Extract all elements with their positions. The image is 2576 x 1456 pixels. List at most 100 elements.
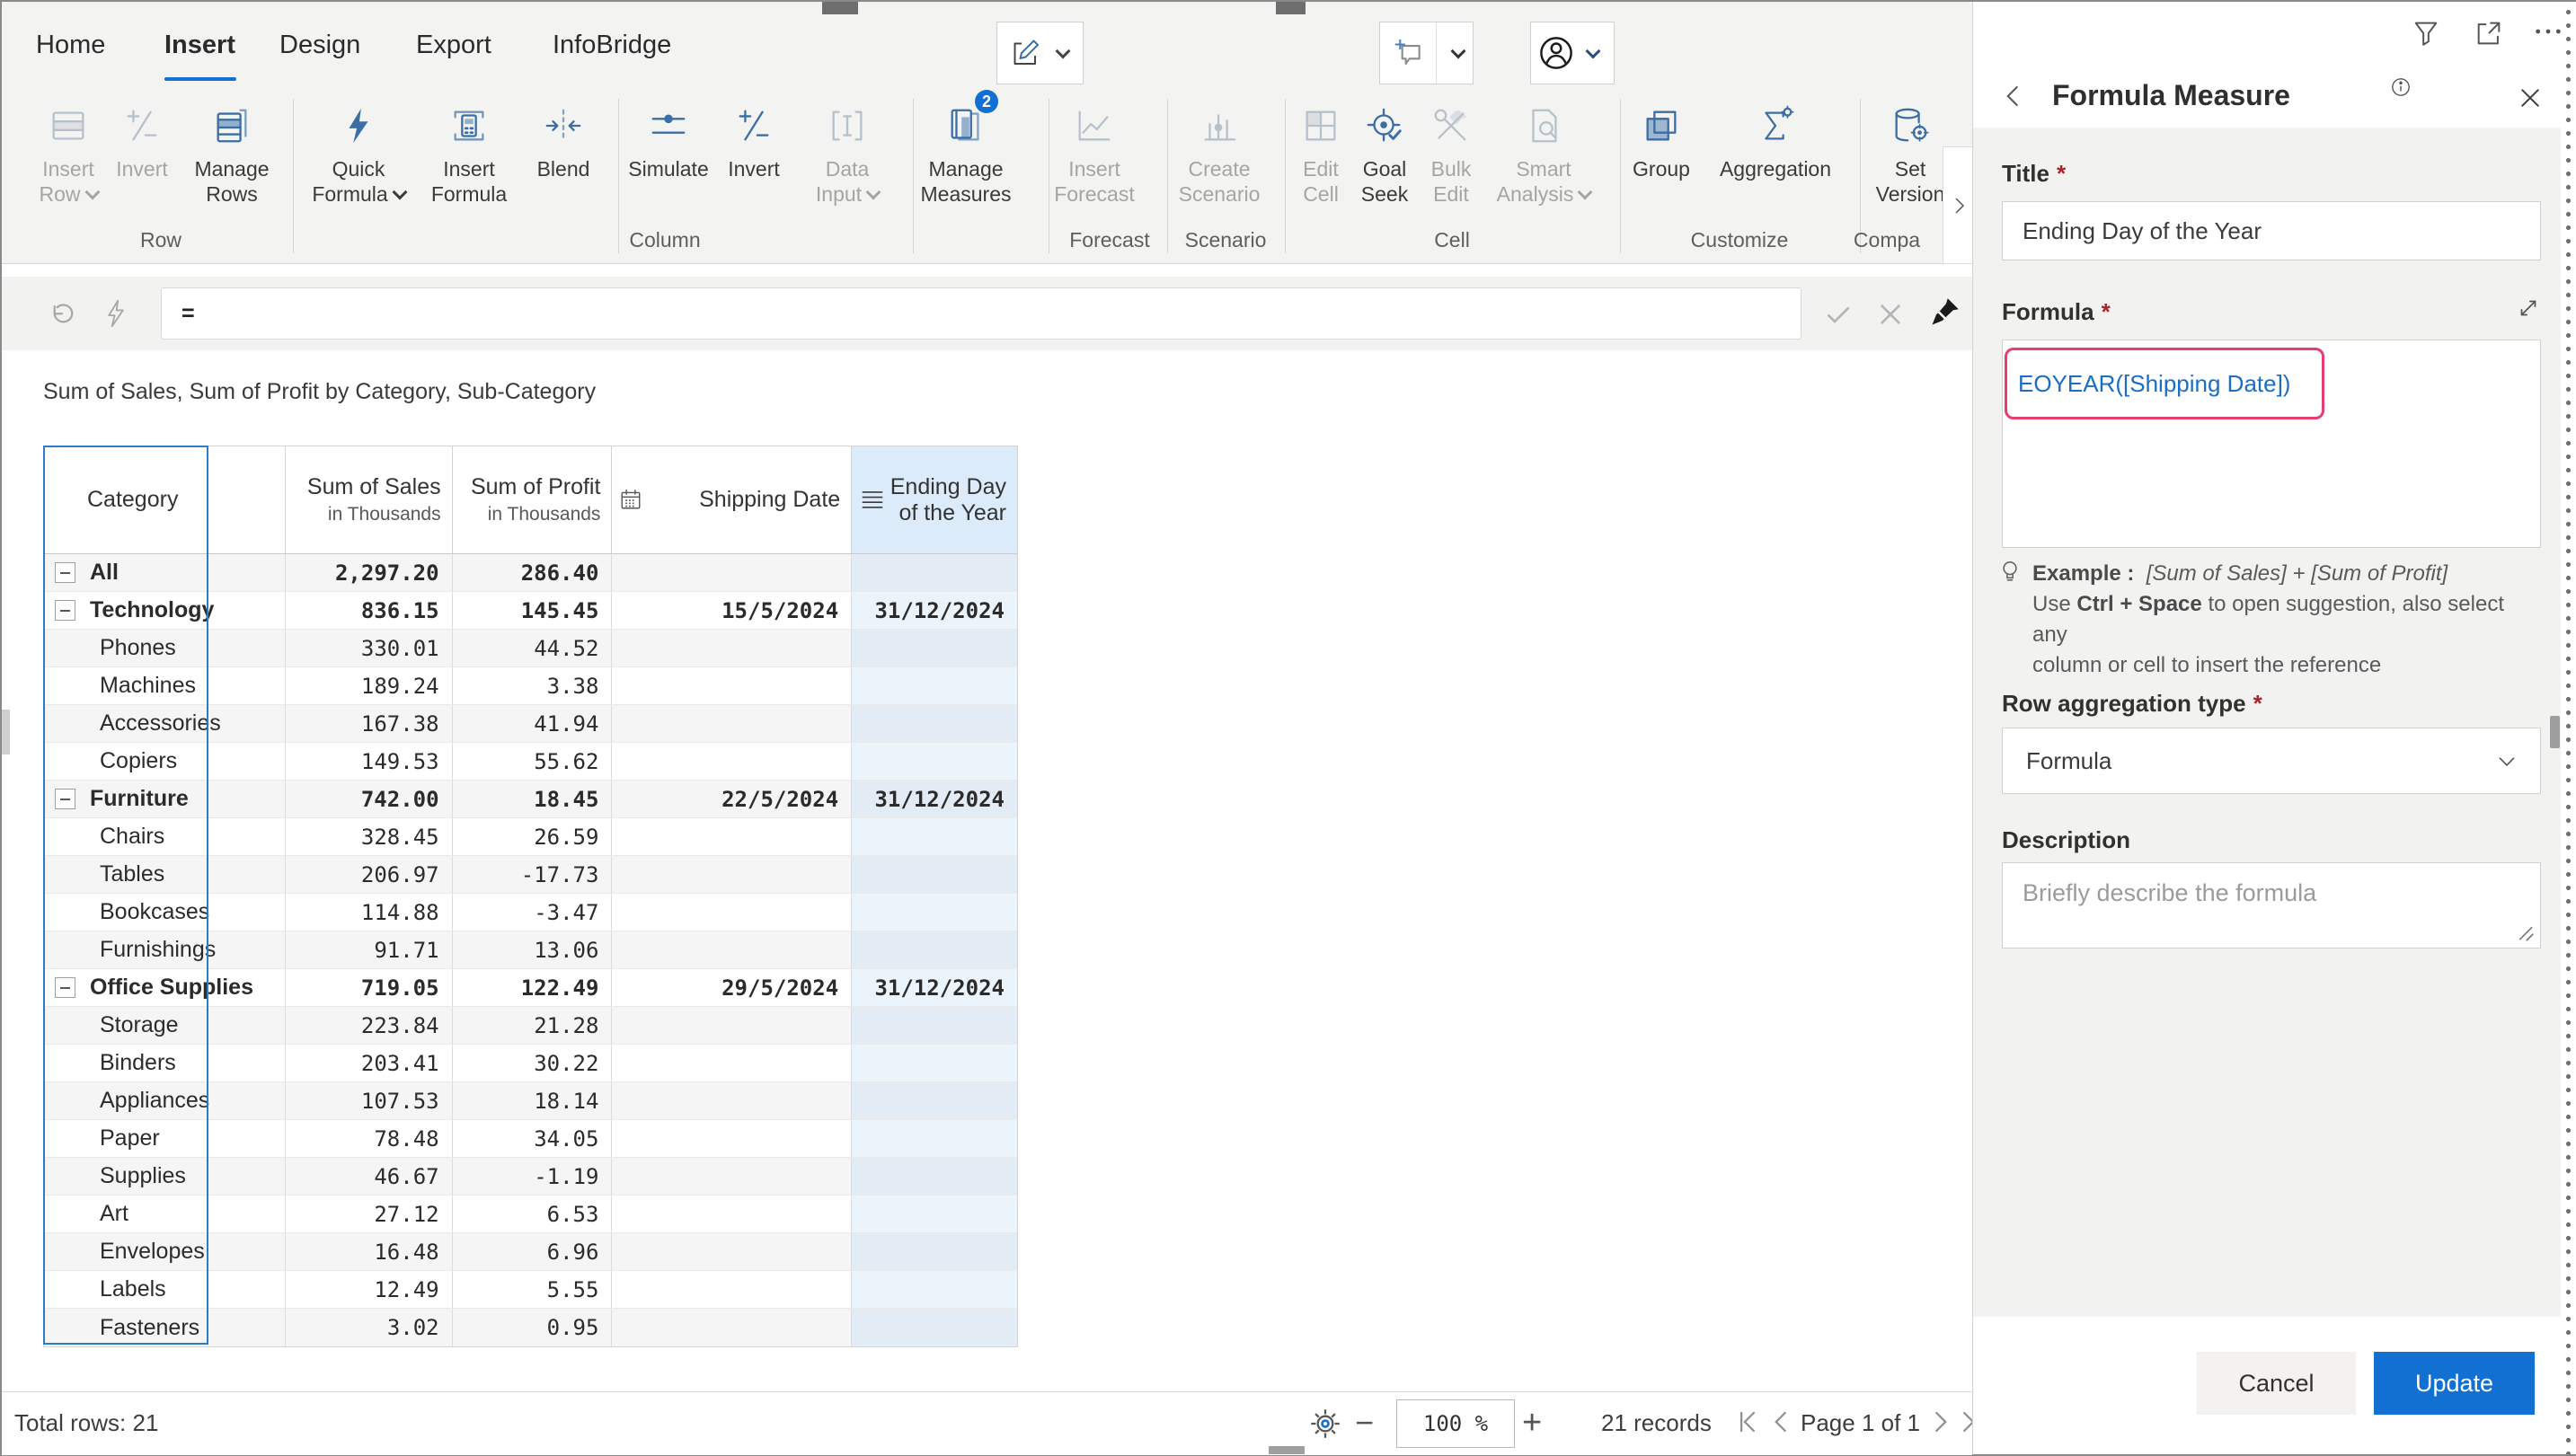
table-cell[interactable] — [852, 667, 1017, 704]
expand-formula-editor-icon[interactable] — [2515, 295, 2542, 322]
table-cell[interactable]: 107.53 — [286, 1082, 453, 1119]
column-header-sum-of-profit[interactable]: Sum of Profitin Thousands — [453, 446, 613, 553]
column-header-ending-day-of-the-year[interactable]: Ending Dayof the Year — [852, 446, 1017, 553]
column-header-shipping-date[interactable]: Shipping Date — [612, 446, 852, 553]
collapse-icon[interactable] — [55, 789, 75, 809]
table-cell[interactable]: Furnishings — [44, 931, 286, 968]
goal-seek-button[interactable]: GoalSeek — [1351, 95, 1418, 230]
table-cell[interactable] — [852, 818, 1017, 855]
blend-button[interactable]: Blend — [527, 95, 600, 230]
table-cell[interactable] — [612, 894, 852, 931]
ribbon-overflow-button[interactable] — [1943, 146, 1974, 264]
table-cell[interactable] — [612, 667, 852, 704]
table-cell[interactable]: Paper — [44, 1120, 286, 1157]
table-cell[interactable]: 719.05 — [286, 969, 453, 1006]
next-page-icon[interactable] — [1926, 1408, 1953, 1435]
table-settings-gear-icon[interactable] — [1306, 1405, 1344, 1443]
collapse-icon[interactable] — [55, 600, 75, 621]
table-row[interactable]: Furniture742.0018.4522/5/202431/12/2024 — [44, 781, 1017, 818]
table-cell[interactable]: 31/12/2024 — [852, 969, 1017, 1006]
table-row[interactable]: All2,297.20286.40 — [44, 554, 1017, 592]
table-cell[interactable]: 91.71 — [286, 931, 453, 968]
formula-input[interactable]: = — [161, 287, 1801, 340]
table-row[interactable]: Technology836.15145.4515/5/202431/12/202… — [44, 592, 1017, 630]
table-cell[interactable]: 6.96 — [453, 1233, 613, 1270]
table-cell[interactable]: -1.19 — [453, 1158, 613, 1195]
table-cell[interactable]: Appliances — [44, 1082, 286, 1119]
table-cell[interactable]: 44.52 — [453, 630, 613, 666]
table-cell[interactable] — [612, 554, 852, 591]
table-cell[interactable]: 0.95 — [453, 1309, 613, 1346]
close-icon[interactable] — [2517, 84, 2544, 111]
menu-tab-home[interactable]: Home — [36, 25, 105, 65]
table-cell[interactable]: 41.94 — [453, 705, 613, 742]
group-button[interactable]: Group — [1628, 95, 1695, 230]
menu-tab-insert[interactable]: Insert — [164, 25, 235, 65]
table-cell[interactable]: Envelopes — [44, 1233, 286, 1270]
table-cell[interactable]: 12.49 — [286, 1271, 453, 1308]
table-cell[interactable] — [612, 630, 852, 666]
table-row[interactable]: Fasteners3.020.95 — [44, 1309, 1017, 1346]
table-cell[interactable]: 122.49 — [453, 969, 613, 1006]
table-row[interactable]: Accessories167.3841.94 — [44, 705, 1017, 743]
table-cell[interactable]: 21.28 — [453, 1007, 613, 1044]
column-header-sum-of-sales[interactable]: Sum of Salesin Thousands — [286, 446, 453, 553]
table-cell[interactable]: -17.73 — [453, 856, 613, 893]
table-cell[interactable] — [612, 1007, 852, 1044]
menu-tab-export[interactable]: Export — [416, 25, 491, 65]
table-cell[interactable]: 3.02 — [286, 1309, 453, 1346]
table-row[interactable]: Paper78.4834.05 — [44, 1120, 1017, 1158]
table-cell[interactable] — [852, 1082, 1017, 1119]
table-cell[interactable]: 27.12 — [286, 1196, 453, 1232]
resize-grip-icon[interactable] — [2512, 920, 2536, 943]
table-cell[interactable]: 78.48 — [286, 1120, 453, 1157]
aggregation-button[interactable]: Aggregation — [1709, 95, 1842, 230]
table-cell[interactable]: All — [44, 554, 286, 591]
table-cell[interactable]: -3.47 — [453, 894, 613, 931]
table-cell[interactable]: 6.53 — [453, 1196, 613, 1232]
aggregation-type-select[interactable]: Formula — [2002, 728, 2541, 794]
table-cell[interactable]: Office Supplies — [44, 969, 286, 1006]
table-cell[interactable]: Bookcases — [44, 894, 286, 931]
table-cell[interactable]: Technology — [44, 592, 286, 629]
manage-measures-button[interactable]: 2ManageMeasures — [918, 95, 1014, 230]
table-row[interactable]: Machines189.243.38 — [44, 667, 1017, 705]
collapse-icon[interactable] — [55, 977, 75, 998]
table-cell[interactable]: Accessories — [44, 705, 286, 742]
table-cell[interactable]: 22/5/2024 — [612, 781, 852, 817]
zoom-level-input[interactable]: 100 % — [1396, 1399, 1515, 1448]
quick-formula-bar-icon[interactable] — [101, 298, 131, 329]
more-options-icon[interactable] — [2533, 25, 2563, 38]
table-cell[interactable] — [852, 554, 1017, 591]
table-cell[interactable]: Labels — [44, 1271, 286, 1308]
cancel-button[interactable]: Cancel — [2197, 1352, 2356, 1415]
table-cell[interactable]: 203.41 — [286, 1045, 453, 1081]
table-cell[interactable] — [852, 1120, 1017, 1157]
zoom-out-button[interactable]: − — [1355, 1403, 1374, 1443]
confirm-formula-icon[interactable] — [1824, 300, 1853, 329]
table-cell[interactable]: 30.22 — [453, 1045, 613, 1081]
update-button[interactable]: Update — [2374, 1352, 2535, 1415]
table-cell[interactable]: 328.45 — [286, 818, 453, 855]
table-cell[interactable]: 26.59 — [453, 818, 613, 855]
table-cell[interactable]: 3.38 — [453, 667, 613, 704]
table-cell[interactable] — [612, 1233, 852, 1270]
info-icon[interactable] — [2391, 77, 2411, 97]
table-row[interactable]: Office Supplies719.05122.4929/5/202431/1… — [44, 969, 1017, 1007]
table-row[interactable]: Furnishings91.7113.06 — [44, 931, 1017, 969]
pin-formula-bar-icon[interactable] — [1928, 296, 1961, 329]
insert-formula-button[interactable]: InsertFormula — [422, 95, 516, 230]
table-cell[interactable] — [612, 743, 852, 780]
reset-formula-icon[interactable] — [46, 298, 78, 331]
panel-scrollbar-thumb[interactable] — [2550, 716, 2560, 748]
table-cell[interactable] — [852, 1007, 1017, 1044]
table-cell[interactable]: 15/5/2024 — [612, 592, 852, 629]
cancel-formula-icon[interactable] — [1876, 300, 1905, 329]
table-cell[interactable]: 223.84 — [286, 1007, 453, 1044]
menu-tab-infobridge[interactable]: InfoBridge — [553, 25, 671, 65]
table-row[interactable]: Storage223.8421.28 — [44, 1007, 1017, 1045]
expand-panel-icon[interactable] — [2474, 18, 2504, 49]
prev-page-icon[interactable] — [1768, 1408, 1795, 1435]
table-cell[interactable]: 18.45 — [453, 781, 613, 817]
table-cell[interactable] — [852, 856, 1017, 893]
